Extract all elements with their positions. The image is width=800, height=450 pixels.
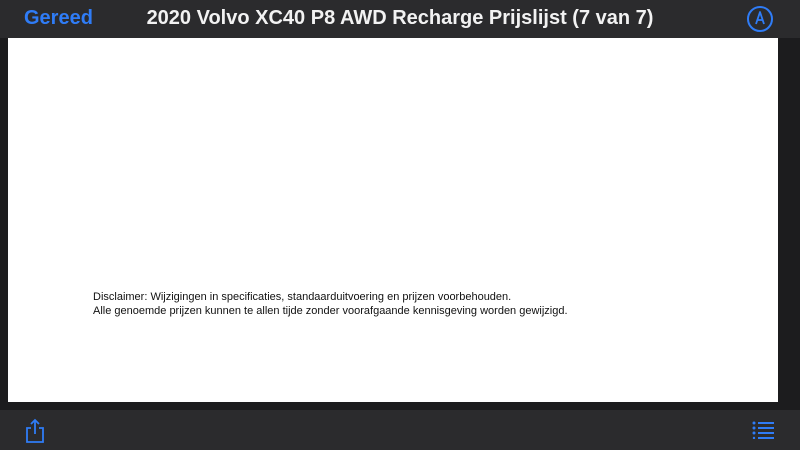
share-icon[interactable] xyxy=(24,418,46,444)
done-button[interactable]: Gereed xyxy=(24,5,93,31)
disclaimer-text: Disclaimer: Wijzigingen in specificaties… xyxy=(93,290,568,318)
markup-pen-icon[interactable] xyxy=(746,5,774,33)
top-toolbar: Gereed 2020 Volvo XC40 P8 AWD Recharge P… xyxy=(0,0,800,38)
bottom-toolbar xyxy=(0,410,800,450)
document-title: 2020 Volvo XC40 P8 AWD Recharge Prijslij… xyxy=(146,7,654,29)
pdf-page: Disclaimer: Wijzigingen in specificaties… xyxy=(8,38,778,402)
disclaimer-line-1: Disclaimer: Wijzigingen in specificaties… xyxy=(93,291,512,303)
list-outline-icon[interactable] xyxy=(752,421,774,440)
pdf-viewer-screen: Gereed 2020 Volvo XC40 P8 AWD Recharge P… xyxy=(0,0,800,450)
disclaimer-line-2: Alle genoemde prijzen kunnen te allen ti… xyxy=(93,305,568,317)
